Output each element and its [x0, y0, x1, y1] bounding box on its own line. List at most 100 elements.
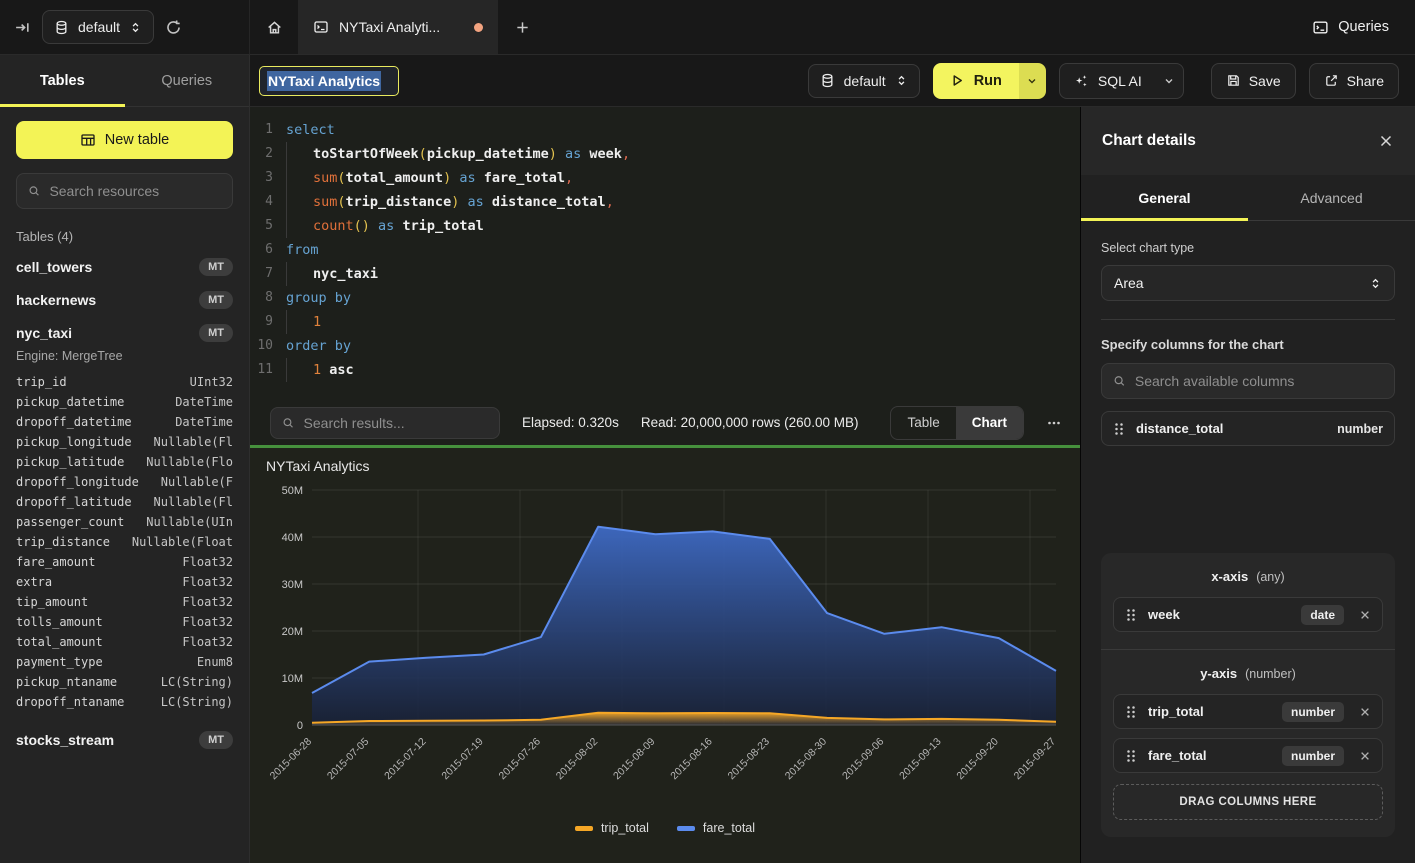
- ellipsis-icon: [1046, 415, 1062, 431]
- svg-text:2015-09-20: 2015-09-20: [954, 736, 1001, 783]
- legend-label: trip_total: [601, 821, 649, 835]
- close-panel-button[interactable]: [1378, 133, 1394, 149]
- new-table-label: New table: [105, 132, 169, 148]
- sidebar-tab-queries[interactable]: Queries: [125, 55, 250, 106]
- drag-handle-icon[interactable]: [1125, 749, 1137, 763]
- table-column[interactable]: passenger_countNullable(UIn: [16, 512, 233, 532]
- updown-chevron-icon: [895, 74, 908, 87]
- table-column[interactable]: payment_typeEnum8: [16, 652, 233, 672]
- table-name: nyc_taxi: [16, 325, 72, 341]
- legend-item[interactable]: fare_total: [677, 821, 755, 835]
- svg-text:2015-07-05: 2015-07-05: [325, 736, 372, 783]
- svg-text:30M: 30M: [282, 579, 303, 591]
- chevron-down-icon: [1163, 75, 1175, 87]
- table-column[interactable]: pickup_ntanameLC(String): [16, 672, 233, 692]
- y-axis-chip-trip-total[interactable]: trip_total number: [1113, 694, 1383, 729]
- code-line[interactable]: 7nyc_taxi: [250, 262, 1080, 286]
- run-options-button[interactable]: [1019, 63, 1046, 99]
- column-name: total_amount: [16, 635, 103, 649]
- y-axis-chip-fare-total[interactable]: fare_total number: [1113, 738, 1383, 773]
- results-search-input[interactable]: [304, 415, 488, 431]
- chart-view-toggle[interactable]: Chart: [956, 407, 1023, 439]
- top-bar: default NYTaxi Analyti... Queries: [0, 0, 1415, 55]
- drag-handle-icon[interactable]: [1125, 705, 1137, 719]
- refresh-button[interactable]: [165, 19, 182, 36]
- column-search-input[interactable]: [1135, 373, 1383, 389]
- legend-item[interactable]: trip_total: [575, 821, 649, 835]
- table-column[interactable]: dropoff_longitudeNullable(F: [16, 472, 233, 492]
- table-row-hackernews[interactable]: hackernews MT: [16, 283, 233, 316]
- table-column[interactable]: total_amountFloat32: [16, 632, 233, 652]
- table-column[interactable]: dropoff_datetimeDateTime: [16, 412, 233, 432]
- share-icon: [1324, 73, 1339, 88]
- table-name: stocks_stream: [16, 732, 114, 748]
- code-line[interactable]: 5count() as trip_total: [250, 214, 1080, 238]
- table-column[interactable]: pickup_latitudeNullable(Flo: [16, 452, 233, 472]
- axis-label: x-axis: [1211, 569, 1248, 584]
- table-column[interactable]: fare_amountFloat32: [16, 552, 233, 572]
- remove-column-button[interactable]: [1359, 706, 1371, 718]
- close-icon: [1359, 706, 1371, 718]
- chart-type-select[interactable]: Area: [1101, 265, 1395, 301]
- table-column[interactable]: trip_distanceNullable(Float: [16, 532, 233, 552]
- engine-info: Engine: MergeTree: [16, 349, 233, 363]
- database-select[interactable]: default: [42, 10, 154, 44]
- table-row-stocks-stream[interactable]: stocks_stream MT: [16, 723, 233, 756]
- sql-ai-button[interactable]: SQL AI: [1060, 64, 1155, 98]
- tables-section-label: Tables (4): [16, 229, 233, 244]
- column-name: distance_total: [1136, 421, 1223, 436]
- table-column[interactable]: tolls_amountFloat32: [16, 612, 233, 632]
- drag-handle-icon[interactable]: [1125, 608, 1137, 622]
- home-tab[interactable]: [250, 0, 298, 54]
- table-column[interactable]: tip_amountFloat32: [16, 592, 233, 612]
- new-tab-button[interactable]: [498, 0, 546, 54]
- table-column[interactable]: pickup_longitudeNullable(Fl: [16, 432, 233, 452]
- code-line[interactable]: 4sum(trip_distance) as distance_total,: [250, 190, 1080, 214]
- share-button[interactable]: Share: [1309, 63, 1399, 99]
- line-number: 4: [250, 190, 286, 214]
- table-row-nyc-taxi[interactable]: nyc_taxi MT: [16, 316, 233, 349]
- drag-handle-icon[interactable]: [1113, 422, 1125, 436]
- x-axis-chip-week[interactable]: week date: [1113, 597, 1383, 632]
- sql-ai-options-button[interactable]: [1155, 64, 1183, 98]
- table-view-toggle[interactable]: Table: [891, 407, 955, 439]
- run-button[interactable]: Run: [933, 63, 1019, 99]
- more-options-button[interactable]: [1046, 415, 1062, 431]
- tab-nytaxi-analytics[interactable]: NYTaxi Analyti...: [298, 0, 498, 54]
- sidebar-tab-tables[interactable]: Tables: [0, 55, 125, 106]
- code-line[interactable]: 6from: [250, 238, 1080, 262]
- resource-search-input[interactable]: [49, 183, 221, 199]
- available-column-distance-total[interactable]: distance_total number: [1101, 411, 1395, 446]
- query-toolbar: NYTaxi Analytics default Run SQL AI Save…: [250, 55, 1415, 107]
- code-line[interactable]: 8group by: [250, 286, 1080, 310]
- tab-advanced[interactable]: Advanced: [1248, 175, 1415, 220]
- remove-column-button[interactable]: [1359, 750, 1371, 762]
- code-line[interactable]: 2toStartOfWeek(pickup_datetime) as week,: [250, 142, 1080, 166]
- table-column[interactable]: dropoff_latitudeNullable(Fl: [16, 492, 233, 512]
- query-title-value: NYTaxi Analytics: [267, 71, 381, 91]
- axis-label: y-axis: [1200, 666, 1237, 681]
- tab-general[interactable]: General: [1081, 175, 1248, 220]
- new-table-button[interactable]: New table: [16, 121, 233, 159]
- code-line[interactable]: 3sum(total_amount) as fare_total,: [250, 166, 1080, 190]
- toolbar-database-select[interactable]: default: [808, 64, 920, 98]
- code-line[interactable]: 111 asc: [250, 358, 1080, 382]
- collapse-sidebar-button[interactable]: [14, 19, 31, 36]
- drag-columns-drop-zone[interactable]: DRAG COLUMNS HERE: [1113, 784, 1383, 820]
- toggle-label: Table: [907, 415, 939, 430]
- axis-configuration-card: x-axis(any) week date: [1101, 553, 1395, 837]
- table-row-cell-towers[interactable]: cell_towers MT: [16, 250, 233, 283]
- save-button[interactable]: Save: [1211, 63, 1296, 99]
- code-line[interactable]: 1select: [250, 118, 1080, 142]
- code-line[interactable]: 91: [250, 310, 1080, 334]
- code-line[interactable]: 10order by: [250, 334, 1080, 358]
- table-column[interactable]: pickup_datetimeDateTime: [16, 392, 233, 412]
- table-column[interactable]: trip_idUInt32: [16, 372, 233, 392]
- table-column[interactable]: extraFloat32: [16, 572, 233, 592]
- remove-column-button[interactable]: [1359, 609, 1371, 621]
- queries-button[interactable]: Queries: [1312, 0, 1415, 54]
- svg-text:50M: 50M: [282, 485, 303, 497]
- query-title-input[interactable]: NYTaxi Analytics: [259, 66, 399, 96]
- sql-editor[interactable]: 1select2toStartOfWeek(pickup_datetime) a…: [250, 107, 1080, 400]
- table-column[interactable]: dropoff_ntanameLC(String): [16, 692, 233, 712]
